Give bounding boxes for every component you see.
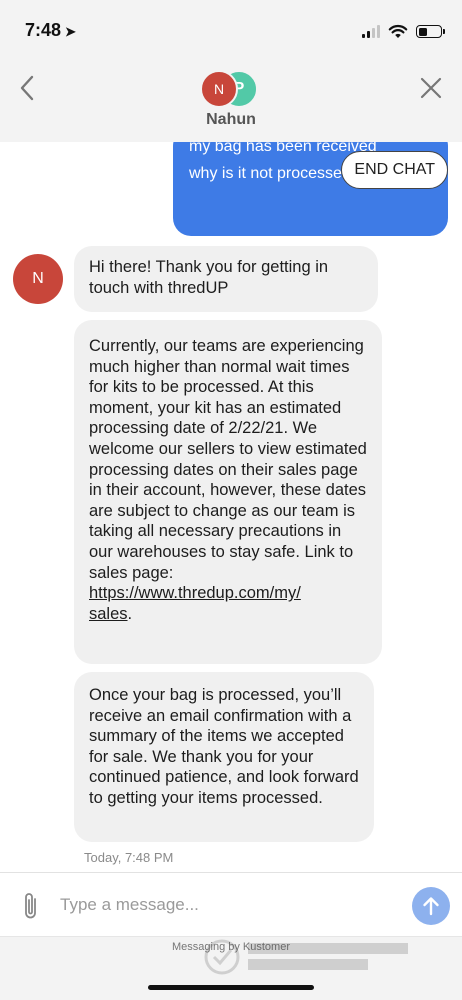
message-timestamp: Today, 7:48 PM (84, 850, 174, 865)
close-icon (420, 77, 442, 99)
clock-text: 7:48 (25, 20, 62, 40)
agent-avatar-header: N (200, 70, 238, 108)
back-button[interactable] (12, 70, 42, 106)
arrow-up-icon (423, 897, 439, 916)
user-message-text: why is it not processed? (189, 165, 360, 182)
message-input[interactable] (60, 887, 390, 923)
end-chat-button[interactable]: END CHAT (341, 151, 448, 189)
participants-avatars: P N (200, 70, 264, 108)
agent-message-bubble: Currently, our teams are experiencing mu… (74, 320, 382, 664)
signal-icon (362, 25, 380, 38)
footer: Messaging by Kustomer (0, 936, 462, 1000)
location-icon: ➤ (65, 24, 76, 39)
agent-message-bubble: Once your bag is processed, you’ll recei… (74, 672, 374, 842)
watermark-logo (204, 939, 408, 975)
agent-message-text: Once your bag is processed, you’ll recei… (89, 686, 359, 807)
chevron-left-icon (20, 75, 34, 101)
close-button[interactable] (416, 72, 446, 104)
agent-avatar: N (13, 254, 63, 304)
sales-page-link[interactable]: https://www.thredup.com/my/sales (89, 584, 301, 623)
paperclip-icon (25, 893, 36, 919)
battery-icon (416, 25, 445, 38)
status-time: 7:48 ➤ (25, 20, 76, 41)
wifi-icon (388, 24, 408, 38)
send-button[interactable] (412, 887, 450, 925)
agent-message-bubble: Hi there! Thank you for getting in touch… (74, 246, 378, 312)
chat-header: P N Nahun (0, 60, 462, 142)
message-composer (0, 872, 462, 936)
attach-button[interactable] (20, 890, 42, 922)
home-indicator (148, 985, 314, 990)
agent-message-text: Currently, our teams are experiencing mu… (89, 337, 367, 582)
agent-message-text: Hi there! Thank you for getting in touch… (89, 258, 329, 297)
status-bar: 7:48 ➤ (0, 0, 462, 60)
status-icons (362, 24, 445, 39)
agent-name: Nahun (206, 111, 256, 128)
chat-transcript[interactable]: my bag has been received why is it not p… (0, 142, 462, 872)
